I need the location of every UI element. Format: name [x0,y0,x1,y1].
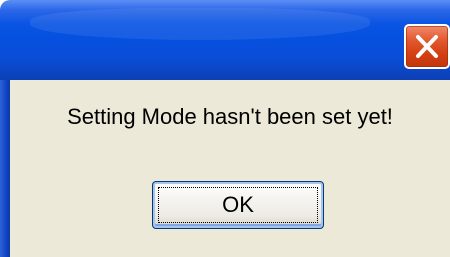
title-bar-sheen [30,8,370,40]
dialog-message: Setting Mode hasn't been set yet! [67,104,393,129]
close-button[interactable] [404,24,450,69]
close-icon [416,35,438,58]
ok-button-label: OK [222,192,254,217]
title-bar[interactable] [0,0,450,80]
message-dialog: Setting Mode hasn't been set yet! OK [0,0,450,257]
ok-button[interactable]: OK [152,181,324,229]
dialog-body: Setting Mode hasn't been set yet! OK [10,80,450,257]
